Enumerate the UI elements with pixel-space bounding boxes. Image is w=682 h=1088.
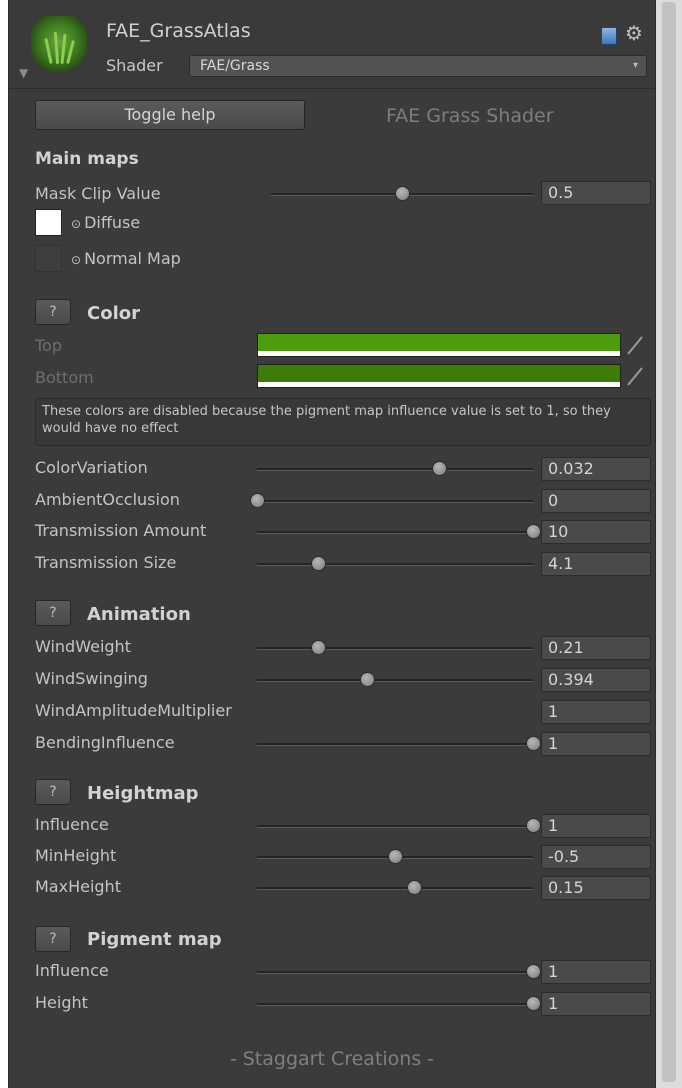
bendinginfluence-slider-knob[interactable] bbox=[526, 736, 541, 751]
material-name: FAE_GrassAtlas bbox=[106, 20, 251, 42]
object-picker-icon[interactable]: ⊙ bbox=[71, 253, 81, 267]
transmission-amount-field[interactable]: 10 bbox=[541, 520, 651, 544]
color-help-button[interactable]: ? bbox=[35, 299, 71, 325]
eyedropper-icon[interactable] bbox=[625, 334, 645, 356]
windswinging-field[interactable]: 0.394 bbox=[541, 668, 651, 692]
influence-label: Influence bbox=[35, 815, 109, 834]
toggle-help-button[interactable]: Toggle help bbox=[35, 100, 305, 130]
pigment-section-title: Pigment map bbox=[87, 929, 222, 950]
heightmap-help-button[interactable]: ? bbox=[35, 779, 71, 805]
colorvariation-slider-track[interactable] bbox=[257, 468, 533, 471]
top-color-label: Top bbox=[35, 336, 62, 355]
mask-clip-field[interactable]: 0.5 bbox=[541, 181, 651, 205]
ambientocclusion-label: AmbientOcclusion bbox=[35, 489, 180, 509]
diffuse-label-text: Diffuse bbox=[84, 213, 141, 232]
windweight-slider-track[interactable] bbox=[257, 647, 533, 650]
footer-credit: - Staggart Creations - bbox=[229, 1048, 435, 1070]
bendinginfluence-field[interactable]: 1 bbox=[541, 732, 651, 756]
minheight-label: MinHeight bbox=[35, 846, 117, 865]
object-picker-icon[interactable]: ⊙ bbox=[71, 217, 81, 231]
material-preview-thumbnail[interactable] bbox=[31, 16, 87, 74]
top-color-field[interactable] bbox=[257, 333, 621, 357]
windweight-label: WindWeight bbox=[35, 637, 131, 656]
windamplitudemultiplier-label: WindAmplitudeMultiplier bbox=[35, 701, 232, 720]
height-slider-knob[interactable] bbox=[526, 996, 541, 1011]
windswinging-slider-knob[interactable] bbox=[360, 672, 376, 687]
maxheight-slider-track[interactable] bbox=[257, 887, 533, 890]
gear-icon[interactable]: ⚙ bbox=[625, 21, 643, 45]
diffuse-texture-slot[interactable] bbox=[35, 209, 62, 236]
influence-slider-track[interactable] bbox=[257, 971, 533, 974]
animation-help-button[interactable]: ? bbox=[35, 600, 71, 626]
heightmap-section-title: Heightmap bbox=[87, 783, 199, 804]
normal-map-label[interactable]: ⊙ Normal Map bbox=[71, 249, 181, 268]
windswinging-label: WindSwinging bbox=[35, 669, 148, 688]
transmission-size-field[interactable]: 4.1 bbox=[541, 551, 651, 576]
transmission-amount-label: Transmission Amount bbox=[35, 521, 207, 540]
bendinginfluence-label: BendingInfluence bbox=[35, 733, 175, 752]
diffuse-label[interactable]: ⊙ Diffuse bbox=[71, 213, 140, 232]
ambientocclusion-field[interactable]: 0 bbox=[541, 488, 651, 513]
color-disabled-info: These colors are disabled because the pi… bbox=[35, 398, 651, 446]
transmission-size-label: Transmission Size bbox=[35, 552, 177, 572]
height-field[interactable]: 1 bbox=[541, 992, 651, 1016]
pigment-help-button[interactable]: ? bbox=[35, 926, 71, 952]
bottom-color-field[interactable] bbox=[257, 364, 621, 388]
maxheight-field[interactable]: 0.15 bbox=[541, 876, 651, 900]
colorvariation-slider-knob[interactable] bbox=[432, 461, 448, 476]
scrollbar[interactable] bbox=[656, 0, 682, 1088]
height-label: Height bbox=[35, 993, 88, 1012]
minheight-field[interactable]: -0.5 bbox=[541, 845, 651, 869]
shader-label: Shader bbox=[106, 56, 163, 75]
mask-clip-slider-knob[interactable] bbox=[395, 186, 410, 201]
eyedropper-icon[interactable] bbox=[625, 365, 645, 387]
transmission-amount-slider-knob[interactable] bbox=[526, 524, 541, 539]
scrollbar-thumb[interactable] bbox=[662, 2, 676, 1082]
maxheight-slider-knob[interactable] bbox=[407, 880, 423, 895]
bottom-color-label: Bottom bbox=[35, 368, 94, 387]
bendinginfluence-slider-track[interactable] bbox=[257, 743, 533, 746]
influence-field[interactable]: 1 bbox=[541, 814, 651, 838]
colorvariation-label: ColorVariation bbox=[35, 458, 148, 477]
help-book-icon[interactable] bbox=[601, 27, 617, 45]
transmission-size-slider-track[interactable] bbox=[257, 562, 533, 566]
ambientocclusion-slider-knob[interactable] bbox=[250, 492, 265, 508]
transmission-size-slider-knob[interactable] bbox=[310, 555, 326, 571]
shader-dropdown-value: FAE/Grass bbox=[200, 58, 270, 74]
shader-title: FAE Grass Shader bbox=[386, 105, 554, 127]
influence-slider-track[interactable] bbox=[257, 825, 533, 828]
foldout-arrow-icon[interactable]: ▼ bbox=[19, 66, 28, 80]
windweight-slider-knob[interactable] bbox=[310, 640, 326, 655]
windweight-field[interactable]: 0.21 bbox=[541, 636, 651, 660]
windamplitudemultiplier-field[interactable]: 1 bbox=[541, 700, 651, 724]
colorvariation-field[interactable]: 0.032 bbox=[541, 457, 651, 481]
windswinging-slider-track[interactable] bbox=[257, 679, 533, 682]
influence-slider-knob[interactable] bbox=[526, 818, 541, 833]
animation-section-title: Animation bbox=[87, 604, 191, 625]
influence-field[interactable]: 1 bbox=[541, 960, 651, 984]
normal-map-label-text: Normal Map bbox=[84, 249, 181, 268]
influence-label: Influence bbox=[35, 961, 109, 980]
maxheight-label: MaxHeight bbox=[35, 877, 121, 896]
dropdown-arrow-icon: ▾ bbox=[632, 60, 638, 71]
ambientocclusion-slider-track[interactable] bbox=[257, 499, 533, 503]
transmission-amount-slider-track[interactable] bbox=[257, 531, 533, 534]
material-header: ▼ FAE_GrassAtlas Shader FAE/Grass ▾ ⚙ bbox=[9, 0, 655, 89]
height-slider-track[interactable] bbox=[257, 1003, 533, 1006]
color-section-title: Color bbox=[87, 303, 140, 324]
mask-clip-label: Mask Clip Value bbox=[35, 184, 161, 203]
normal-map-texture-slot[interactable] bbox=[35, 245, 62, 272]
main-maps-title: Main maps bbox=[35, 149, 139, 169]
material-inspector-panel: ▼ FAE_GrassAtlas Shader FAE/Grass ▾ ⚙ To… bbox=[8, 0, 656, 1088]
minheight-slider-knob[interactable] bbox=[388, 849, 403, 864]
shader-dropdown[interactable]: FAE/Grass ▾ bbox=[189, 55, 647, 77]
influence-slider-knob[interactable] bbox=[526, 964, 541, 979]
